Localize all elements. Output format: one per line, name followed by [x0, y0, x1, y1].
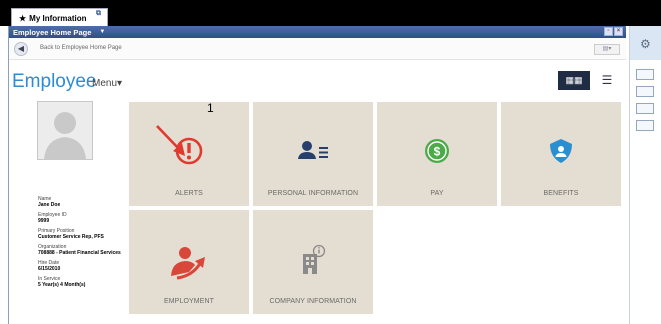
profile-panel: Name Jane Doe Employee ID 9999 Primary P…	[38, 196, 133, 292]
field-value: 9999	[38, 218, 50, 224]
tile-personal-information[interactable]: PERSONAL INFORMATION	[253, 102, 373, 206]
list-icon: ☰	[601, 73, 613, 87]
profile-field: In Service 5 Year(s) 4 Month(s)	[38, 276, 133, 288]
tile-label: EMPLOYMENT	[163, 298, 214, 305]
top-bar: ★ My Information ⧉	[0, 0, 661, 27]
window-titlebar: Employee Home Page ▼ ▫ ×	[9, 26, 626, 38]
sidebar-header: ⚙	[630, 26, 661, 60]
alert-count-badge: 1	[207, 101, 214, 115]
tab-label: My Information	[29, 13, 87, 23]
tile-label: PAY	[430, 190, 444, 197]
profile-field: Organization 708888 - Patient Financial …	[38, 244, 133, 256]
grid-view-button[interactable]: ▦▦	[558, 71, 590, 90]
sidebar-slot[interactable]	[636, 69, 654, 80]
profile-field: Name Jane Doe	[38, 196, 133, 208]
grid-icon: ▦▦	[565, 75, 583, 85]
back-link[interactable]: Back to Employee Home Page	[40, 45, 122, 51]
menu-dropdown[interactable]: Menu▾	[92, 78, 122, 89]
tile-label: ALERTS	[175, 190, 203, 197]
page-title: Employee	[12, 71, 97, 92]
profile-field: Hire Date 6/15/2010	[38, 260, 133, 272]
star-icon: ★	[19, 13, 27, 23]
gear-icon[interactable]: ⚙	[640, 37, 651, 51]
svg-text:$: $	[434, 145, 441, 159]
caret-down-icon: ▾	[117, 78, 123, 89]
profile-field: Primary Position Customer Service Rep, P…	[38, 228, 133, 240]
sidebar-slot[interactable]	[636, 86, 654, 97]
field-value: 6/15/2010	[38, 266, 61, 272]
tile-pay[interactable]: $ PAY	[377, 102, 497, 206]
tile-label: PERSONAL INFORMATION	[267, 190, 359, 197]
sidebar-slot[interactable]	[636, 103, 654, 114]
person-silhouette-icon	[38, 102, 92, 159]
app-window: Employee Home Page ▼ ▫ × ◀ Back to Emplo…	[8, 26, 626, 324]
window-title: Employee Home Page	[13, 27, 92, 37]
close-icon[interactable]: ×	[614, 27, 623, 36]
profile-field: Employee ID 9999	[38, 212, 133, 224]
right-sidebar: ⚙	[629, 26, 661, 324]
tab-my-information[interactable]: ★ My Information ⧉	[11, 8, 108, 27]
field-value: 708888 - Patient Financial Services	[38, 250, 121, 256]
window-controls: ▫ ×	[604, 27, 623, 36]
field-value: 5 Year(s) 4 Month(s)	[38, 282, 86, 288]
pointer-arrow-icon	[156, 125, 185, 156]
list-view-button[interactable]: ☰	[592, 71, 622, 90]
back-button[interactable]: ◀	[14, 42, 28, 56]
tile-benefits[interactable]: BENEFITS	[501, 102, 621, 206]
nav-bar: ◀ Back to Employee Home Page ▤▾	[9, 38, 626, 60]
avatar	[37, 101, 93, 160]
sidebar-slot[interactable]	[636, 120, 654, 131]
restore-icon[interactable]: ▫	[604, 27, 613, 36]
tile-label: BENEFITS	[543, 190, 579, 197]
field-value: Customer Service Rep, PFS	[38, 234, 104, 240]
menu-label: Menu	[92, 78, 118, 89]
chevron-down-icon[interactable]: ▼	[99, 29, 105, 35]
tile-label: COMPANY INFORMATION	[269, 298, 357, 305]
field-value: Jane Doe	[38, 202, 61, 208]
tile-employment[interactable]: EMPLOYMENT	[129, 210, 249, 314]
popout-icon[interactable]: ⧉	[96, 10, 101, 18]
tile-company-information[interactable]: COMPANY INFORMATION	[253, 210, 373, 314]
page-options-button[interactable]: ▤▾	[594, 44, 620, 55]
